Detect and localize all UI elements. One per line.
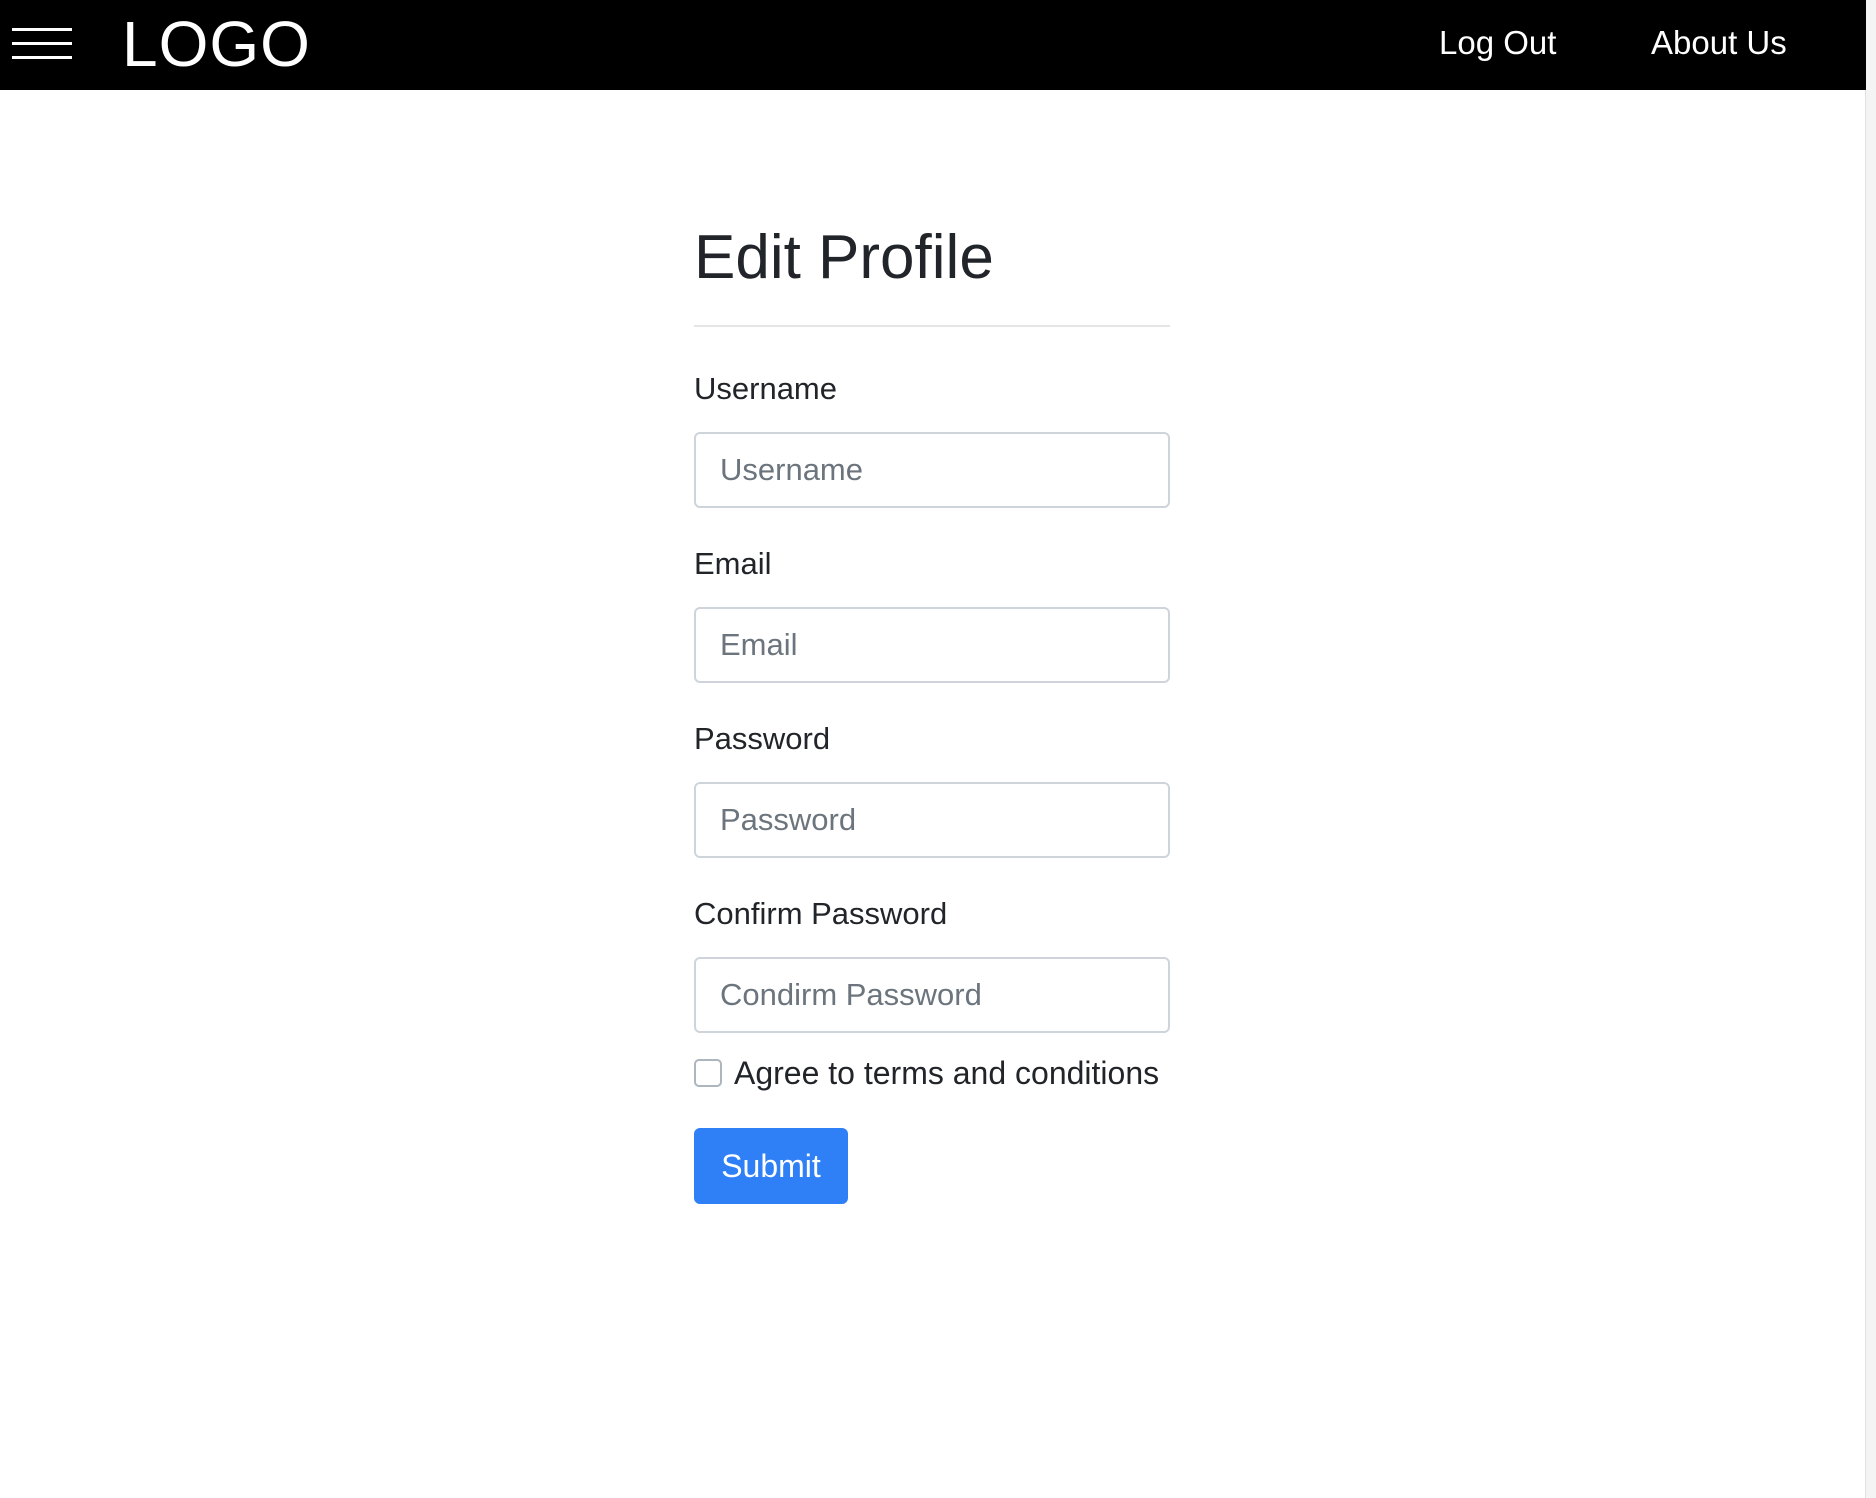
email-label: Email xyxy=(694,546,772,581)
username-label: Username xyxy=(694,371,837,406)
username-input[interactable] xyxy=(694,432,1170,508)
confirm-password-input[interactable] xyxy=(694,957,1170,1033)
page: LOGO Log Out About Us Edit Profile Usern… xyxy=(0,0,1876,1498)
navbar: LOGO Log Out About Us xyxy=(0,0,1866,90)
hamburger-line xyxy=(12,42,72,45)
terms-checkbox[interactable] xyxy=(694,1059,722,1087)
terms-label[interactable]: Agree to terms and conditions xyxy=(734,1052,1159,1094)
hamburger-line xyxy=(12,28,72,31)
nav-link-log-out[interactable]: Log Out xyxy=(1439,22,1556,64)
password-input[interactable] xyxy=(694,782,1170,858)
page-title: Edit Profile xyxy=(694,223,994,292)
window-edge xyxy=(1865,0,1876,1498)
confirm-password-label: Confirm Password xyxy=(694,896,948,931)
password-label: Password xyxy=(694,721,831,756)
submit-button[interactable]: Submit xyxy=(694,1128,848,1204)
hamburger-line xyxy=(12,56,72,59)
logo[interactable]: LOGO xyxy=(122,8,311,80)
hamburger-menu-icon[interactable] xyxy=(12,26,72,60)
edit-profile-form: Edit Profile Username Email Password Con… xyxy=(694,215,1170,1033)
terms-row: Agree to terms and conditions xyxy=(694,1052,1159,1094)
nav-link-about-us[interactable]: About Us xyxy=(1651,22,1787,64)
email-input[interactable] xyxy=(694,607,1170,683)
